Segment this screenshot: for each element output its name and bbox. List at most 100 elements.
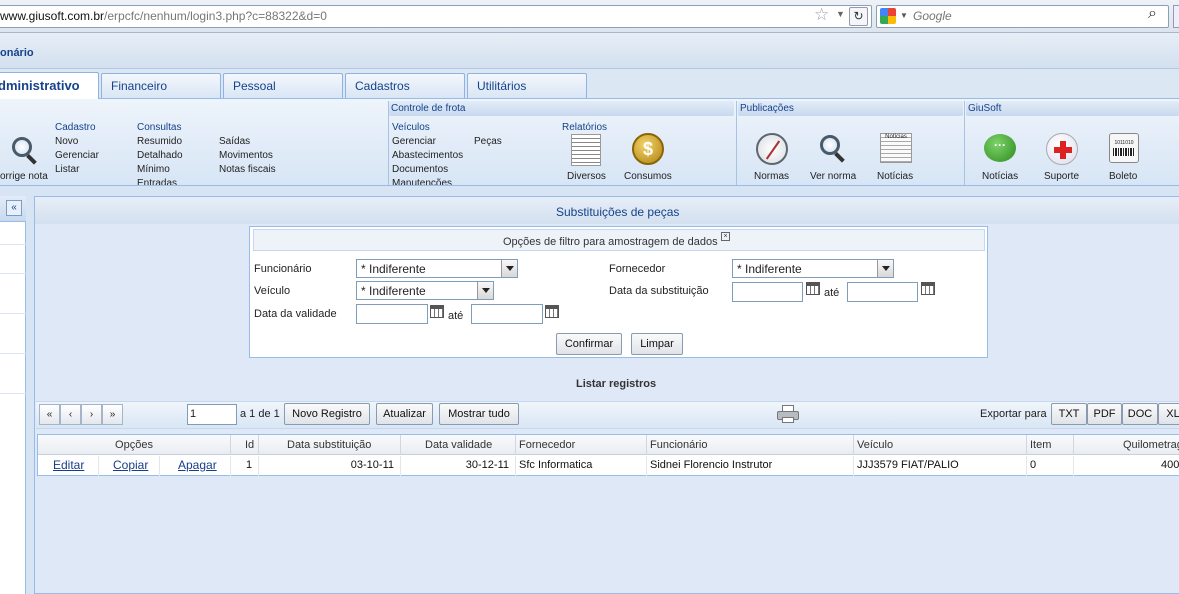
printer-icon[interactable] <box>777 405 799 423</box>
calendar-icon[interactable] <box>921 282 935 295</box>
apagar-link[interactable]: Apagar <box>178 458 217 472</box>
abastecimentos-link[interactable]: Abastecimentos <box>392 150 463 161</box>
newspaper-icon[interactable]: Notícias <box>880 133 912 163</box>
col-veiculo[interactable]: Veículo <box>854 435 1027 455</box>
search-icon[interactable]: ⌕ <box>1148 5 1157 23</box>
dollar-coin-icon[interactable]: $ <box>632 133 664 165</box>
document-icon[interactable] <box>571 134 601 166</box>
atualizar-button[interactable]: Atualizar <box>376 403 433 425</box>
diversos-button[interactable]: Diversos <box>567 171 606 182</box>
pecas-link[interactable]: Peças <box>474 136 502 147</box>
col-data-validade[interactable]: Data validade <box>401 435 516 455</box>
editar-link[interactable]: Editar <box>53 458 84 472</box>
tab-financeiro[interactable]: Financeiro <box>101 73 221 98</box>
cadastro-novo-link[interactable]: Novo <box>55 136 78 147</box>
close-icon[interactable]: × <box>721 232 730 241</box>
tab-administrativo[interactable]: dministrativo <box>0 72 99 99</box>
export-pdf-button[interactable]: PDF <box>1087 403 1122 425</box>
veiculos-gerenciar-link[interactable]: Gerenciar <box>392 136 436 147</box>
page-number-input[interactable]: 1 <box>187 404 237 425</box>
documentos-link[interactable]: Documentos <box>392 164 448 175</box>
data-validade-from-input[interactable] <box>356 304 428 324</box>
tab-cadastros[interactable]: Cadastros <box>345 73 465 98</box>
chevron-down-icon[interactable]: ▼ <box>900 11 908 20</box>
toolbar-button[interactable] <box>1173 5 1179 28</box>
url-text[interactable]: www.giusoft.com.br/erpcfc/nenhum/login3.… <box>0 9 327 23</box>
google-icon[interactable] <box>880 8 896 24</box>
calendar-icon[interactable] <box>545 305 559 318</box>
cadastro-gerenciar-link[interactable]: Gerenciar <box>55 150 99 161</box>
col-fornecedor[interactable]: Fornecedor <box>516 435 647 455</box>
movimentos-link[interactable]: Movimentos <box>219 150 273 161</box>
tab-utilitarios[interactable]: Utilitários <box>467 73 587 98</box>
noticias-button[interactable]: Notícias <box>877 171 913 182</box>
last-page-button[interactable]: » <box>102 404 123 425</box>
cadastro-listar-link[interactable]: Listar <box>55 164 79 175</box>
novo-registro-button[interactable]: Novo Registro <box>284 403 370 425</box>
prev-page-button[interactable]: ‹ <box>60 404 81 425</box>
cell-fornecedor: Sfc Informatica <box>516 456 647 476</box>
page-count: a 1 de 1 <box>240 408 280 420</box>
col-id[interactable]: Id <box>231 435 259 455</box>
col-item[interactable]: Item <box>1027 435 1074 455</box>
limpar-button[interactable]: Limpar <box>631 333 683 355</box>
chevron-down-icon[interactable] <box>501 260 517 277</box>
veiculo-select[interactable]: * Indiferente <box>356 281 494 300</box>
export-label: Exportar para <box>980 408 1047 420</box>
ver-norma-button[interactable]: Ver norma <box>810 171 856 182</box>
giusoft-noticias-button[interactable]: Notícias <box>982 171 1018 182</box>
first-aid-icon[interactable] <box>1046 133 1078 165</box>
search-placeholder[interactable]: Google <box>913 9 952 23</box>
magnifier-icon[interactable] <box>10 135 40 165</box>
magnifier-icon[interactable] <box>818 133 848 163</box>
next-page-button[interactable]: › <box>81 404 102 425</box>
notas-fiscais-link[interactable]: Notas fiscais <box>219 164 276 175</box>
boleto-button[interactable]: Boleto <box>1109 171 1137 182</box>
export-xls-button[interactable]: XL <box>1158 403 1179 425</box>
reload-icon[interactable]: ↻ <box>849 7 868 26</box>
first-page-button[interactable]: « <box>39 404 60 425</box>
manutencoes-link[interactable]: Manutenções <box>392 178 452 185</box>
corrige-nota-button[interactable]: orrige nota <box>0 171 48 182</box>
consultas-minimo-link[interactable]: Mínimo <box>137 164 170 175</box>
col-data-substituicao[interactable]: Data substituição <box>259 435 401 455</box>
collapse-icon[interactable]: « <box>6 200 22 216</box>
copiar-link[interactable]: Copiar <box>113 458 148 472</box>
chevron-down-icon[interactable]: ▼ <box>836 9 845 19</box>
cell-id: 1 <box>231 456 259 476</box>
funcionario-select[interactable]: * Indiferente <box>356 259 518 278</box>
consultas-entradas-link[interactable]: Entradas <box>137 178 177 185</box>
export-txt-button[interactable]: TXT <box>1051 403 1087 425</box>
normas-button[interactable]: Normas <box>754 171 789 182</box>
consultas-detalhado-link[interactable]: Detalhado <box>137 150 183 161</box>
tab-pessoal[interactable]: Pessoal <box>223 73 343 98</box>
calendar-icon[interactable] <box>806 282 820 295</box>
left-row-divider <box>0 244 26 245</box>
confirmar-button[interactable]: Confirmar <box>556 333 622 355</box>
data-validade-to-input[interactable] <box>471 304 543 324</box>
suporte-button[interactable]: Suporte <box>1044 171 1079 182</box>
data-substituicao-to-input[interactable] <box>847 282 918 302</box>
chevron-down-icon[interactable] <box>877 260 893 277</box>
cell-item: 0 <box>1027 456 1074 476</box>
export-doc-button[interactable]: DOC <box>1122 403 1158 425</box>
col-funcionario[interactable]: Funcionário <box>647 435 854 455</box>
publicacoes-header: Publicações <box>738 101 963 116</box>
ate-label: até <box>448 310 464 322</box>
consumos-button[interactable]: Consumos <box>624 171 672 182</box>
data-substituicao-from-input[interactable] <box>732 282 803 302</box>
mostrar-tudo-button[interactable]: Mostrar tudo <box>439 403 519 425</box>
barcode-icon[interactable]: 1011010 <box>1109 133 1139 163</box>
star-icon[interactable]: ☆ <box>814 5 829 25</box>
compass-icon[interactable] <box>756 133 788 165</box>
veiculos-title: Veículos <box>392 122 430 133</box>
data-validade-label: Data da validade <box>254 308 337 320</box>
consultas-resumido-link[interactable]: Resumido <box>137 136 182 147</box>
saidas-link[interactable]: Saídas <box>219 136 250 147</box>
fornecedor-select[interactable]: * Indiferente <box>732 259 894 278</box>
col-quilometragem[interactable]: Quilometrag <box>1074 435 1179 455</box>
chevron-down-icon[interactable] <box>477 282 493 299</box>
chat-bubble-icon[interactable]: ··· <box>984 134 1016 162</box>
calendar-icon[interactable] <box>430 305 444 318</box>
col-opcoes[interactable]: Opções <box>38 435 231 455</box>
